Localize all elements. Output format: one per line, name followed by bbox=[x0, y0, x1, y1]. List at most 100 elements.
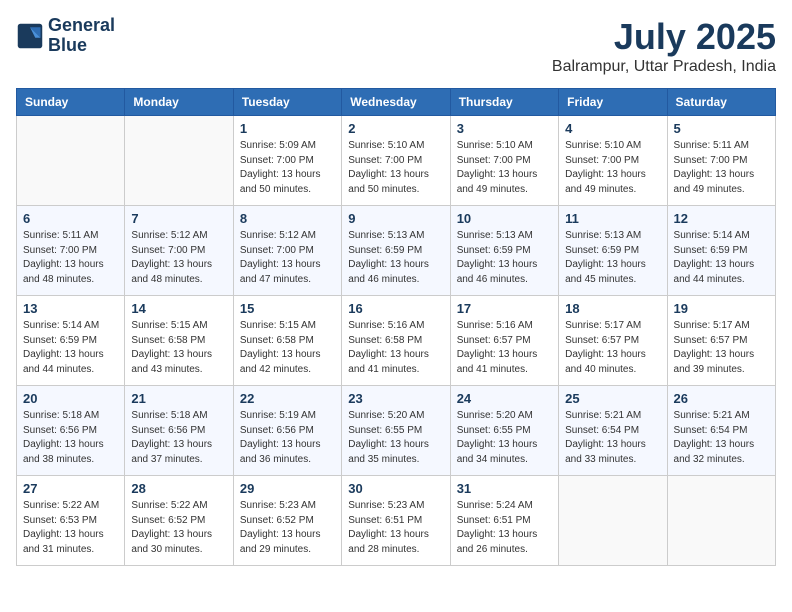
day-info: Sunrise: 5:18 AM Sunset: 6:56 PM Dayligh… bbox=[131, 409, 226, 467]
calendar-cell: 10 Sunrise: 5:13 AM Sunset: 6:59 PM Dayli… bbox=[450, 206, 558, 296]
calendar-cell: 22 Sunrise: 5:19 AM Sunset: 6:56 PM Dayli… bbox=[233, 386, 341, 476]
calendar-cell: 21 Sunrise: 5:18 AM Sunset: 6:56 PM Dayli… bbox=[125, 386, 233, 476]
day-info: Sunrise: 5:22 AM Sunset: 6:52 PM Dayligh… bbox=[131, 499, 226, 557]
day-number: 7 bbox=[131, 211, 226, 226]
calendar-cell: 25Sunrise: 5:21 AM Sunset: 6:54 PM Dayli… bbox=[559, 386, 667, 476]
calendar-cell: 2Sunrise: 5:10 AM Sunset: 7:00 PM Daylig… bbox=[342, 116, 450, 206]
week-row-2: 6 Sunrise: 5:11 AM Sunset: 7:00 PM Daylig… bbox=[17, 206, 776, 296]
day-number: 10 bbox=[457, 211, 552, 226]
day-info: Sunrise: 5:12 AM Sunset: 7:00 PM Dayligh… bbox=[131, 229, 226, 287]
day-info: Sunrise: 5:15 AM Sunset: 6:58 PM Dayligh… bbox=[131, 319, 226, 377]
day-number: 31 bbox=[457, 481, 552, 496]
logo-text: General Blue bbox=[48, 16, 115, 56]
calendar-cell: 14 Sunrise: 5:15 AM Sunset: 6:58 PM Dayli… bbox=[125, 296, 233, 386]
calendar-cell: 3 Sunrise: 5:10 AM Sunset: 7:00 PM Daylig… bbox=[450, 116, 558, 206]
location-subtitle: Balrampur, Uttar Pradesh, India bbox=[552, 58, 776, 76]
day-number: 27 bbox=[23, 481, 118, 496]
calendar-cell: 17 Sunrise: 5:16 AM Sunset: 6:57 PM Dayli… bbox=[450, 296, 558, 386]
month-year-title: July 2025 bbox=[552, 16, 776, 58]
day-info: Sunrise: 5:10 AM Sunset: 7:00 PM Dayligh… bbox=[565, 139, 660, 197]
calendar-cell: 29 Sunrise: 5:23 AM Sunset: 6:52 PM Dayli… bbox=[233, 476, 341, 566]
day-number: 23 bbox=[348, 391, 443, 406]
calendar-cell: 12 Sunrise: 5:14 AM Sunset: 6:59 PM Dayli… bbox=[667, 206, 775, 296]
day-number: 28 bbox=[131, 481, 226, 496]
day-number: 26 bbox=[674, 391, 769, 406]
day-number: 1 bbox=[240, 121, 335, 136]
calendar-cell: 6 Sunrise: 5:11 AM Sunset: 7:00 PM Daylig… bbox=[17, 206, 125, 296]
day-number: 19 bbox=[674, 301, 769, 316]
calendar-cell bbox=[125, 116, 233, 206]
week-row-3: 13 Sunrise: 5:14 AM Sunset: 6:59 PM Dayli… bbox=[17, 296, 776, 386]
calendar-cell: 7 Sunrise: 5:12 AM Sunset: 7:00 PM Daylig… bbox=[125, 206, 233, 296]
logo-icon bbox=[16, 22, 44, 50]
day-number: 5 bbox=[674, 121, 769, 136]
day-number: 12 bbox=[674, 211, 769, 226]
calendar-cell bbox=[667, 476, 775, 566]
calendar-table: SundayMondayTuesdayWednesdayThursdayFrid… bbox=[16, 88, 776, 566]
calendar-cell bbox=[559, 476, 667, 566]
day-number: 29 bbox=[240, 481, 335, 496]
weekday-header-sunday: Sunday bbox=[17, 89, 125, 116]
day-info: Sunrise: 5:19 AM Sunset: 6:56 PM Dayligh… bbox=[240, 409, 335, 467]
day-info: Sunrise: 5:14 AM Sunset: 6:59 PM Dayligh… bbox=[674, 229, 769, 287]
calendar-cell: 20Sunrise: 5:18 AM Sunset: 6:56 PM Dayli… bbox=[17, 386, 125, 476]
day-info: Sunrise: 5:17 AM Sunset: 6:57 PM Dayligh… bbox=[565, 319, 660, 377]
day-number: 16 bbox=[348, 301, 443, 316]
day-info: Sunrise: 5:16 AM Sunset: 6:58 PM Dayligh… bbox=[348, 319, 443, 377]
weekday-header-tuesday: Tuesday bbox=[233, 89, 341, 116]
day-info: Sunrise: 5:23 AM Sunset: 6:52 PM Dayligh… bbox=[240, 499, 335, 557]
day-number: 11 bbox=[565, 211, 660, 226]
day-info: Sunrise: 5:21 AM Sunset: 6:54 PM Dayligh… bbox=[565, 409, 660, 467]
calendar-cell bbox=[17, 116, 125, 206]
day-number: 21 bbox=[131, 391, 226, 406]
weekday-header-saturday: Saturday bbox=[667, 89, 775, 116]
day-number: 13 bbox=[23, 301, 118, 316]
weekday-header-row: SundayMondayTuesdayWednesdayThursdayFrid… bbox=[17, 89, 776, 116]
calendar-cell: 27 Sunrise: 5:22 AM Sunset: 6:53 PM Dayli… bbox=[17, 476, 125, 566]
weekday-header-monday: Monday bbox=[125, 89, 233, 116]
calendar-cell: 5Sunrise: 5:11 AM Sunset: 7:00 PM Daylig… bbox=[667, 116, 775, 206]
day-number: 22 bbox=[240, 391, 335, 406]
weekday-header-friday: Friday bbox=[559, 89, 667, 116]
day-info: Sunrise: 5:17 AM Sunset: 6:57 PM Dayligh… bbox=[674, 319, 769, 377]
day-number: 3 bbox=[457, 121, 552, 136]
day-number: 4 bbox=[565, 121, 660, 136]
day-info: Sunrise: 5:13 AM Sunset: 6:59 PM Dayligh… bbox=[457, 229, 552, 287]
day-info: Sunrise: 5:14 AM Sunset: 6:59 PM Dayligh… bbox=[23, 319, 118, 377]
page-header: General Blue July 2025 Balrampur, Uttar … bbox=[16, 16, 776, 76]
calendar-cell: 9 Sunrise: 5:13 AM Sunset: 6:59 PM Daylig… bbox=[342, 206, 450, 296]
calendar-cell: 26Sunrise: 5:21 AM Sunset: 6:54 PM Dayli… bbox=[667, 386, 775, 476]
day-info: Sunrise: 5:09 AM Sunset: 7:00 PM Dayligh… bbox=[240, 139, 335, 197]
calendar-cell: 23 Sunrise: 5:20 AM Sunset: 6:55 PM Dayli… bbox=[342, 386, 450, 476]
calendar-cell: 19 Sunrise: 5:17 AM Sunset: 6:57 PM Dayli… bbox=[667, 296, 775, 386]
day-info: Sunrise: 5:12 AM Sunset: 7:00 PM Dayligh… bbox=[240, 229, 335, 287]
calendar-cell: 24 Sunrise: 5:20 AM Sunset: 6:55 PM Dayli… bbox=[450, 386, 558, 476]
day-number: 6 bbox=[23, 211, 118, 226]
logo: General Blue bbox=[16, 16, 115, 56]
day-info: Sunrise: 5:10 AM Sunset: 7:00 PM Dayligh… bbox=[348, 139, 443, 197]
day-info: Sunrise: 5:13 AM Sunset: 6:59 PM Dayligh… bbox=[348, 229, 443, 287]
day-info: Sunrise: 5:18 AM Sunset: 6:56 PM Dayligh… bbox=[23, 409, 118, 467]
day-number: 17 bbox=[457, 301, 552, 316]
calendar-cell: 30Sunrise: 5:23 AM Sunset: 6:51 PM Dayli… bbox=[342, 476, 450, 566]
day-info: Sunrise: 5:16 AM Sunset: 6:57 PM Dayligh… bbox=[457, 319, 552, 377]
day-info: Sunrise: 5:11 AM Sunset: 7:00 PM Dayligh… bbox=[23, 229, 118, 287]
day-info: Sunrise: 5:20 AM Sunset: 6:55 PM Dayligh… bbox=[348, 409, 443, 467]
day-info: Sunrise: 5:22 AM Sunset: 6:53 PM Dayligh… bbox=[23, 499, 118, 557]
calendar-cell: 8Sunrise: 5:12 AM Sunset: 7:00 PM Daylig… bbox=[233, 206, 341, 296]
day-number: 24 bbox=[457, 391, 552, 406]
calendar-cell: 16 Sunrise: 5:16 AM Sunset: 6:58 PM Dayli… bbox=[342, 296, 450, 386]
day-number: 9 bbox=[348, 211, 443, 226]
day-number: 15 bbox=[240, 301, 335, 316]
calendar-cell: 4 Sunrise: 5:10 AM Sunset: 7:00 PM Daylig… bbox=[559, 116, 667, 206]
title-block: July 2025 Balrampur, Uttar Pradesh, Indi… bbox=[552, 16, 776, 76]
calendar-cell: 1 Sunrise: 5:09 AM Sunset: 7:00 PM Daylig… bbox=[233, 116, 341, 206]
day-number: 14 bbox=[131, 301, 226, 316]
day-info: Sunrise: 5:20 AM Sunset: 6:55 PM Dayligh… bbox=[457, 409, 552, 467]
day-number: 30 bbox=[348, 481, 443, 496]
weekday-header-thursday: Thursday bbox=[450, 89, 558, 116]
day-info: Sunrise: 5:10 AM Sunset: 7:00 PM Dayligh… bbox=[457, 139, 552, 197]
day-info: Sunrise: 5:15 AM Sunset: 6:58 PM Dayligh… bbox=[240, 319, 335, 377]
calendar-cell: 13 Sunrise: 5:14 AM Sunset: 6:59 PM Dayli… bbox=[17, 296, 125, 386]
calendar-cell: 11Sunrise: 5:13 AM Sunset: 6:59 PM Dayli… bbox=[559, 206, 667, 296]
